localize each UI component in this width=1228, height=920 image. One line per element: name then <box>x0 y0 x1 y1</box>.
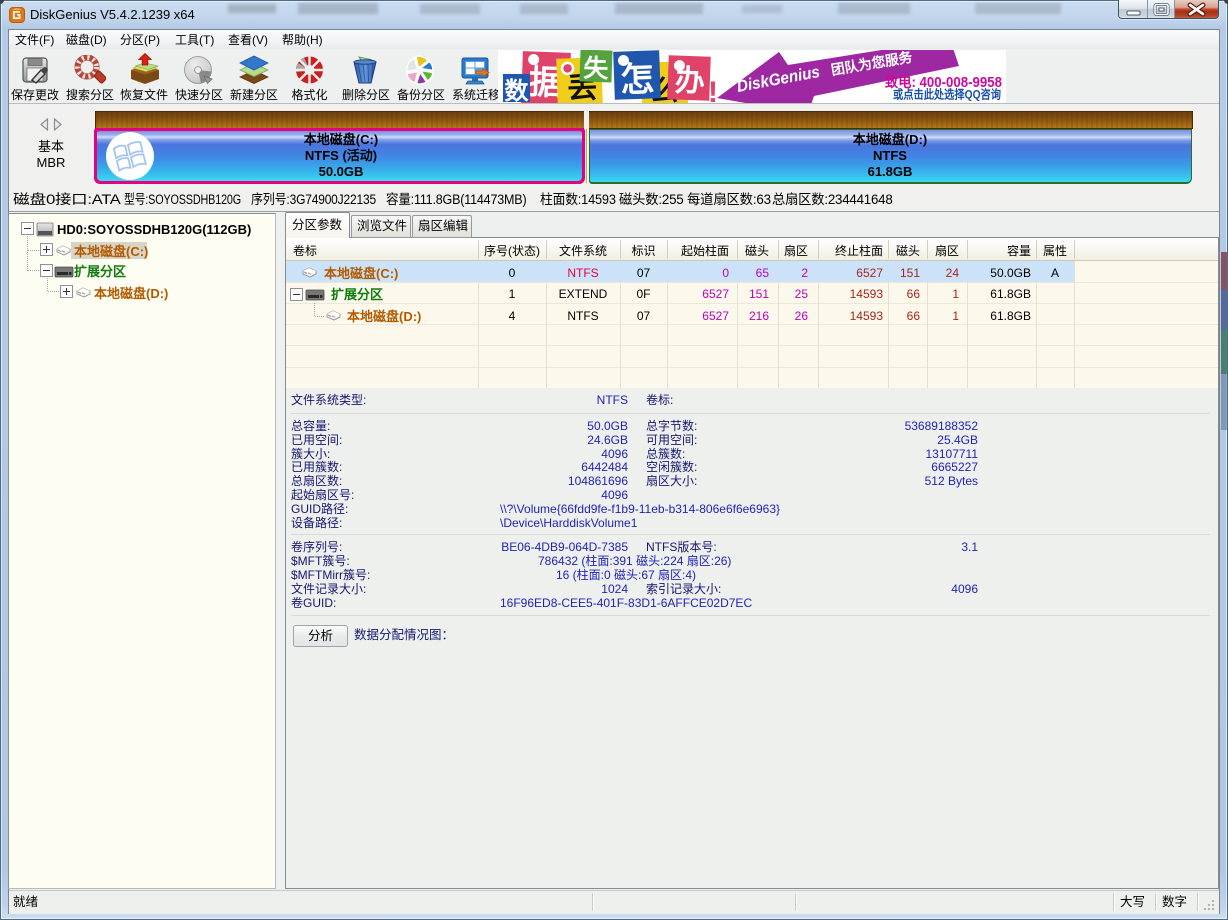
svg-text:怎: 怎 <box>620 60 655 99</box>
svg-text:或点击此处选择QQ咨询: 或点击此处选择QQ咨询 <box>893 87 1001 102</box>
svg-text:数: 数 <box>505 78 530 103</box>
svg-text:办: 办 <box>674 65 705 99</box>
svg-text:失: 失 <box>583 55 610 84</box>
svg-text:!: ! <box>708 76 718 103</box>
